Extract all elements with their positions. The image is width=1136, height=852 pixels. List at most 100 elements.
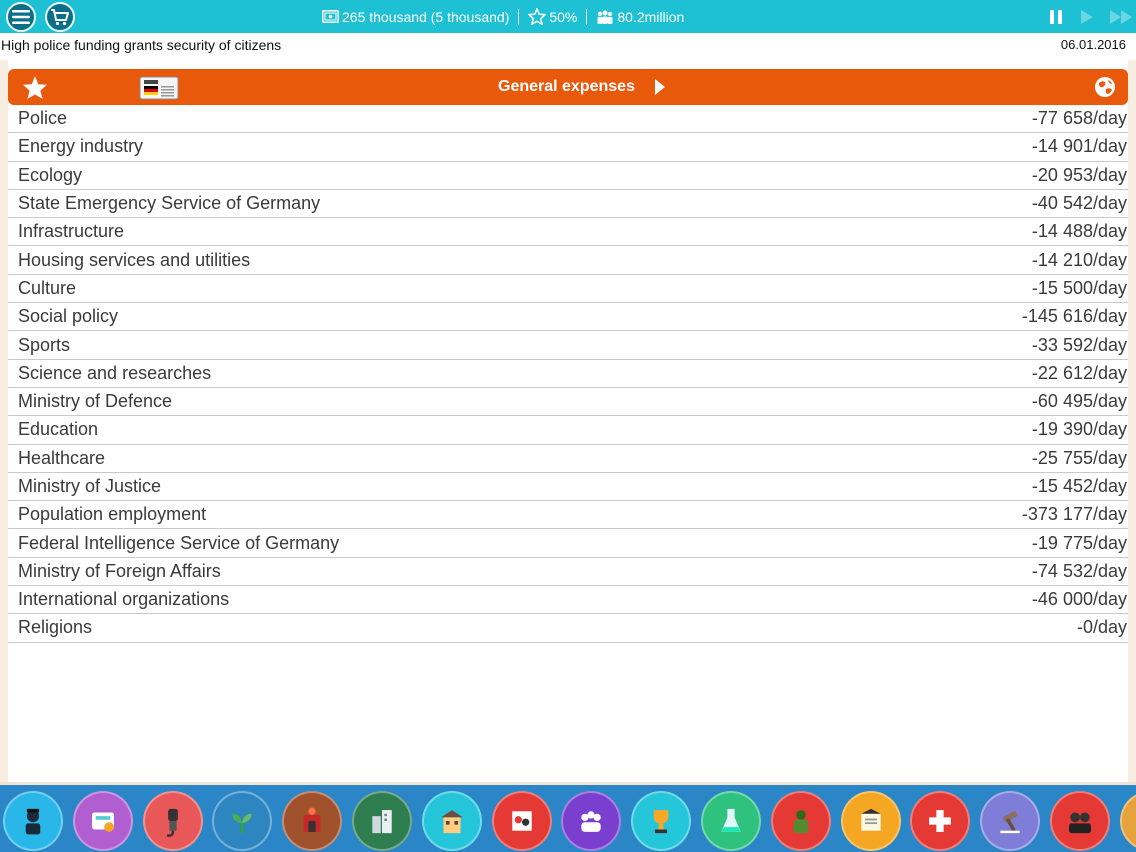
expense-row[interactable]: Science and researches -22 612/day (8, 360, 1128, 388)
education-icon (860, 808, 881, 831)
ecology-icon (232, 813, 253, 834)
expense-name: Social policy (18, 306, 119, 327)
dock-item-healthcare[interactable] (910, 791, 971, 851)
expense-name: International organizations (18, 589, 230, 610)
divider (586, 8, 588, 25)
expense-name: State Emergency Service of Germany (18, 193, 321, 214)
expense-name: Sports (18, 334, 71, 355)
news-ticker: High police funding grants security of c… (0, 33, 1136, 60)
expense-row[interactable]: Healthcare -25 755/day (8, 445, 1128, 473)
game-date: 06.01.2016 (1060, 37, 1126, 52)
expense-name: Ministry of Justice (18, 476, 162, 496)
expense-value: -74 532/day (1031, 560, 1127, 581)
expense-row[interactable]: Police -77 658/day (8, 105, 1128, 134)
expense-value: -14 210/day (1031, 249, 1127, 270)
social-policy-icon (581, 811, 602, 832)
expense-row[interactable]: Federal Intelligence Service of Germany -… (8, 529, 1128, 558)
dock-item-intelligence[interactable] (1050, 791, 1110, 851)
divider (518, 8, 520, 25)
next-category-button[interactable] (654, 78, 666, 101)
pause-icon (1050, 10, 1062, 24)
intelligence-icon (1069, 812, 1091, 834)
expense-value: -20 953/day (1031, 164, 1127, 185)
news-headline: High police funding grants security of c… (1, 37, 282, 53)
dock-item-defence[interactable] (770, 791, 831, 851)
expense-row[interactable]: Social policy -145 616/day (8, 303, 1128, 332)
expense-row[interactable]: Infrastructure -14 488/day (8, 218, 1128, 247)
pause-button[interactable] (1049, 8, 1063, 26)
shopping-cart-icon (51, 9, 69, 26)
expense-name: Science and researches (18, 362, 212, 383)
expense-value: -373 177/day (1021, 504, 1127, 525)
justice-icon (1000, 810, 1020, 834)
money-icon (322, 10, 339, 23)
expense-name: Ministry of Foreign Affairs (18, 560, 221, 581)
expense-row[interactable]: State Emergency Service of Germany -40 54… (8, 190, 1128, 219)
expense-row[interactable]: Education -19 390/day (8, 416, 1128, 445)
expense-value: -40 542/day (1031, 193, 1127, 214)
expense-name: Housing services and utilities (18, 249, 251, 270)
globe-icon (1095, 77, 1115, 97)
science-icon (721, 808, 741, 832)
dock-item-culture[interactable] (491, 791, 552, 851)
dock-item-police[interactable] (3, 791, 63, 851)
expense-name: Ecology (18, 164, 83, 185)
dock-item-science[interactable] (701, 791, 761, 851)
dock-item-housing[interactable] (421, 791, 482, 851)
expenses-panel: General expenses Police -77 658/day Energy… (8, 60, 1128, 782)
newspaper-icon (139, 76, 179, 100)
expense-row[interactable]: Energy industry -14 901/day (8, 133, 1128, 162)
money-value: 265 thousand (5 thousand) (342, 8, 510, 25)
rating-stat: 50% (528, 8, 577, 25)
police-icon (25, 808, 41, 835)
expense-value: -60 495/day (1031, 391, 1127, 412)
play-button[interactable] (1080, 8, 1094, 26)
dock-item-emergency[interactable] (282, 791, 343, 851)
expense-name: Population employment (18, 504, 207, 525)
expense-row[interactable]: Ministry of Justice -15 452/day (8, 473, 1128, 502)
expense-name: Ministry of Defence (18, 391, 173, 412)
expense-value: -25 755/day (1031, 447, 1127, 468)
world-button[interactable] (1094, 76, 1116, 103)
dock-item-justice[interactable] (980, 791, 1041, 851)
dock-item-infrastructure[interactable] (352, 791, 412, 851)
dock-item-energy[interactable] (142, 791, 203, 851)
panel-header: General expenses (8, 69, 1128, 105)
expense-value: -14 901/day (1031, 136, 1127, 157)
expense-value: -19 390/day (1031, 419, 1127, 440)
favorite-button[interactable] (22, 75, 48, 105)
sports-icon (653, 810, 669, 834)
expense-row[interactable]: Religions -0/day (8, 614, 1128, 643)
play-icon (1081, 10, 1093, 24)
expense-row[interactable]: Housing services and utilities -14 210/da… (8, 246, 1128, 275)
expense-row[interactable]: Culture -15 500/day (8, 275, 1128, 304)
news-button[interactable] (136, 75, 182, 106)
menu-button[interactable] (6, 2, 36, 32)
dock-item-education[interactable] (840, 791, 901, 851)
dock-item-more[interactable] (1119, 791, 1136, 851)
expense-value: -77 658/day (1031, 108, 1127, 129)
expense-value: -33 592/day (1031, 334, 1127, 355)
population-stat: 80.2million (596, 9, 684, 25)
expense-row[interactable]: International organizations -46 000/day (8, 586, 1128, 615)
expense-value: -14 488/day (1031, 221, 1127, 242)
expense-row[interactable]: Ministry of Foreign Affairs -74 532/day (8, 558, 1128, 587)
expense-row[interactable]: Ecology -20 953/day (8, 162, 1128, 190)
expense-row[interactable]: Population employment -373 177/day (8, 501, 1128, 530)
dock-item-ecology[interactable] (212, 791, 273, 851)
expenses-list: Police -77 658/day Energy industry -14 901/… (8, 105, 1128, 643)
chevron-right-icon (655, 79, 665, 95)
dock-item-economy[interactable] (72, 791, 133, 851)
stats-group: 265 thousand (5 thousand) 50% 80.2millio… (322, 0, 684, 33)
expense-value: -19 775/day (1031, 532, 1127, 553)
expense-value: -22 612/day (1031, 362, 1127, 383)
expense-row[interactable]: Sports -33 592/day (8, 331, 1128, 360)
shop-button[interactable] (45, 2, 75, 32)
emergency-icon (303, 807, 321, 832)
economy-icon (91, 812, 114, 832)
expense-row[interactable]: Ministry of Defence -60 495/day (8, 388, 1128, 417)
dock-item-social-policy[interactable] (561, 791, 622, 851)
expense-value: -15 452/day (1031, 476, 1127, 496)
fast-forward-button[interactable] (1109, 8, 1133, 26)
dock-item-sports[interactable] (631, 791, 692, 851)
